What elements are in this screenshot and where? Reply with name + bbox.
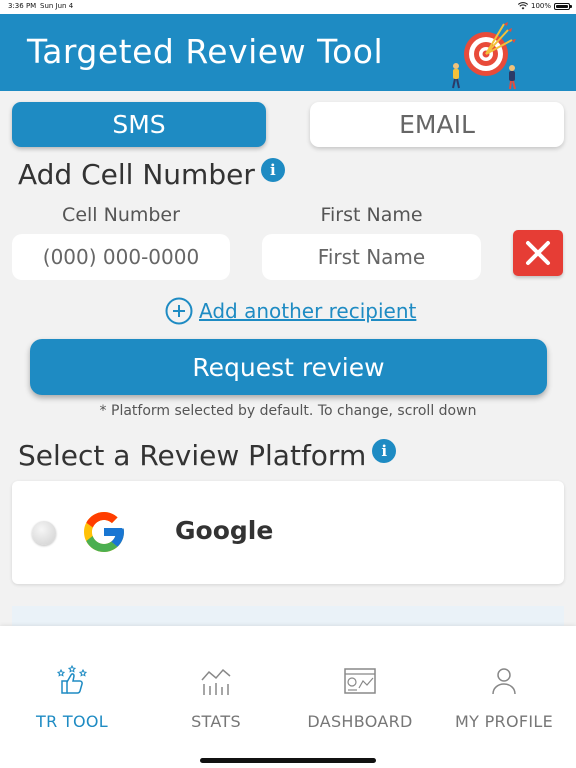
platform-section: Select a Review Platform i [18, 438, 397, 472]
add-recipient-label: Add another recipient [199, 299, 417, 323]
tabbar-item-my-profile[interactable]: MY PROFILE [432, 664, 576, 731]
platform-radio[interactable] [32, 521, 56, 545]
battery-percent: 100% [530, 2, 551, 10]
tabbar-item-dashboard[interactable]: DASHBOARD [288, 664, 432, 731]
close-icon [526, 241, 550, 265]
tabbar-label: MY PROFILE [455, 712, 553, 731]
delete-recipient-button[interactable] [513, 230, 563, 276]
platform-default-note: * Platform selected by default. To chang… [99, 403, 477, 419]
add-cell-title: Add Cell Number [18, 158, 255, 191]
add-cell-section: Add Cell Number i [18, 157, 285, 191]
tabbar-label: TR TOOL [36, 712, 108, 731]
tab-sms[interactable]: SMS [12, 102, 266, 147]
dashboard-icon [344, 668, 376, 694]
platform-option-google[interactable]: Google [12, 481, 564, 584]
platform-section-title: Select a Review Platform [18, 439, 367, 472]
status-time: 3:36 PM [8, 2, 37, 10]
status-date: Sun Jun 4 [40, 2, 74, 10]
tab-email[interactable]: EMAIL [310, 102, 564, 147]
status-right: 100% [517, 2, 572, 10]
battery-icon [554, 2, 572, 10]
wifi-icon [517, 2, 528, 10]
stats-chart-icon [201, 668, 231, 695]
status-bar: 3:36 PM Sun Jun 4 100% [0, 0, 576, 14]
tabbar-item-stats[interactable]: STATS [144, 664, 288, 731]
first-name-input[interactable] [262, 234, 481, 280]
home-indicator[interactable] [200, 758, 376, 763]
info-icon[interactable]: i [372, 438, 397, 463]
tabbar-item-tr-tool[interactable]: TR TOOL [0, 664, 144, 731]
platform-name: Google [175, 516, 274, 545]
bottom-tab-bar: TR TOOL STATS DASHBOARD MY PROFILE [0, 626, 576, 768]
cell-number-label: Cell Number [62, 204, 180, 226]
request-review-button[interactable]: Request review [30, 339, 547, 395]
app-title: Targeted Review Tool [27, 32, 384, 71]
tabbar-label: STATS [191, 712, 241, 731]
first-name-field [262, 234, 481, 280]
tabbar-label: DASHBOARD [307, 712, 413, 731]
google-logo-icon [84, 512, 124, 552]
cell-number-input[interactable] [12, 234, 230, 280]
first-name-label: First Name [320, 204, 423, 226]
info-icon[interactable]: i [260, 157, 285, 182]
user-icon [492, 668, 516, 695]
cell-number-field [12, 234, 230, 280]
target-arrows-icon [452, 22, 516, 90]
plus-circle-icon [165, 297, 193, 325]
add-recipient-link[interactable]: Add another recipient [165, 297, 416, 325]
thumbs-up-stars-icon [56, 664, 88, 694]
app-header: Targeted Review Tool [0, 14, 576, 91]
